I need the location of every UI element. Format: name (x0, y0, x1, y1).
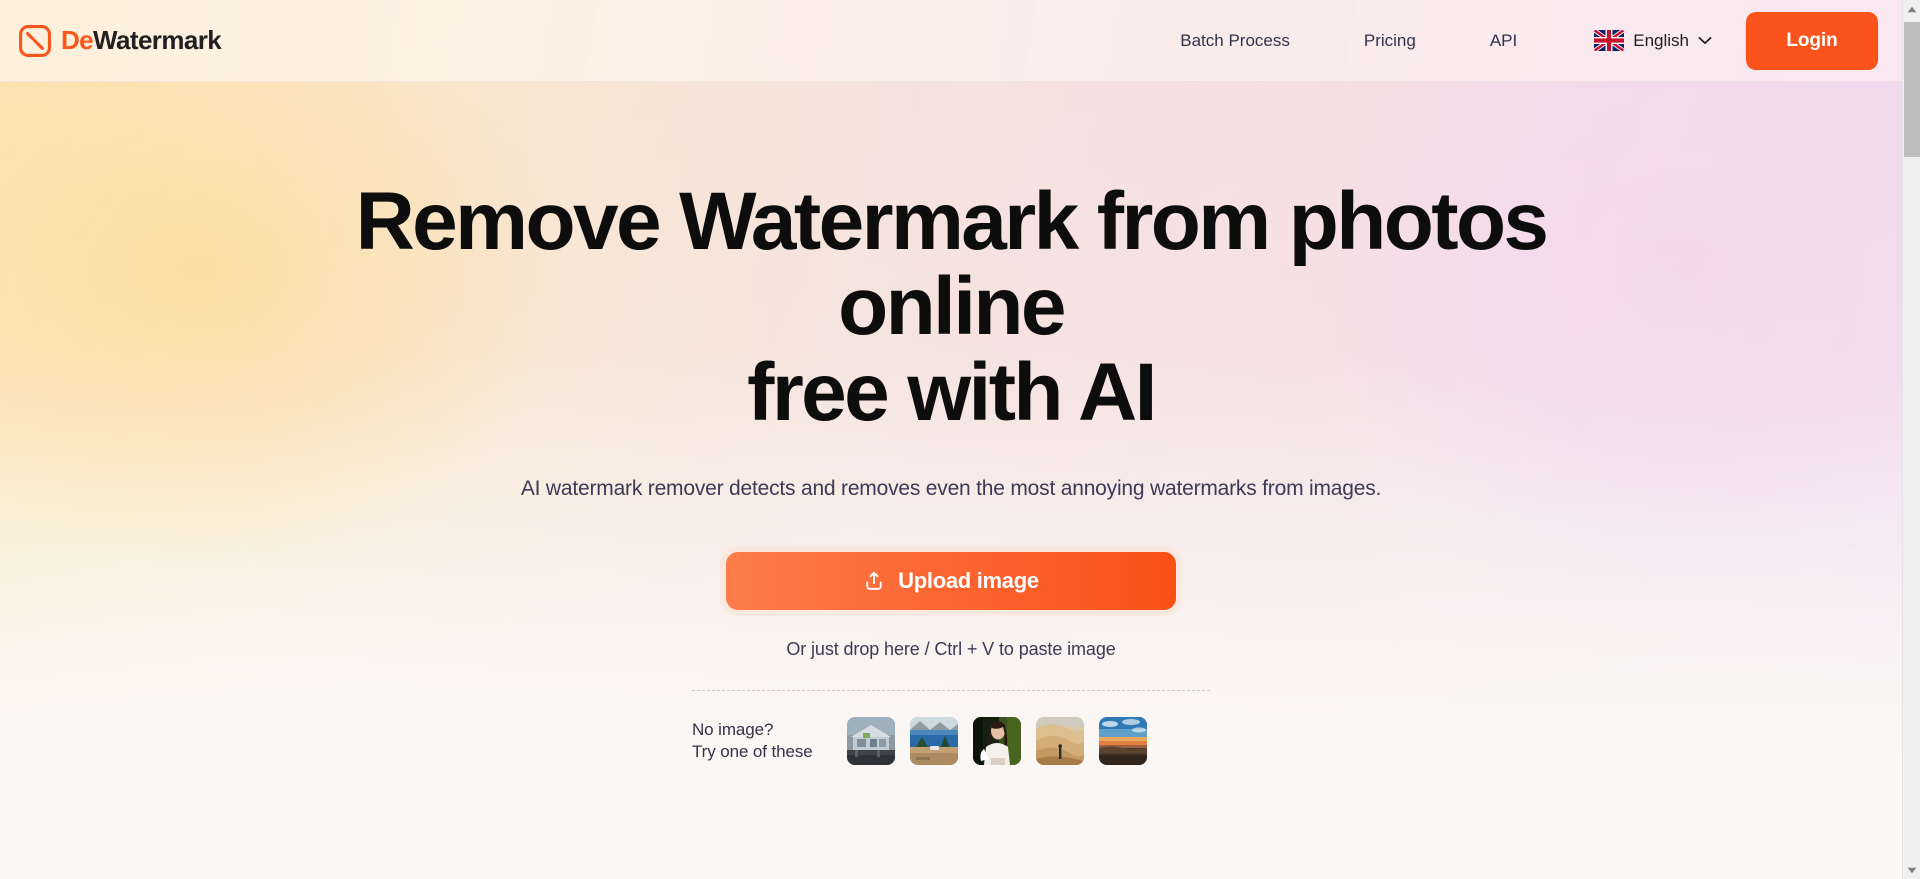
upload-button-label: Upload image (898, 567, 1039, 593)
uk-flag-icon (1594, 30, 1625, 51)
language-selector[interactable]: English (1594, 30, 1712, 51)
nav-link-batch-process[interactable]: Batch Process (1176, 25, 1294, 57)
brand-name-watermark: Watermark (93, 25, 222, 55)
scroll-up-arrow-icon[interactable] (1903, 0, 1920, 18)
login-button[interactable]: Login (1746, 11, 1878, 70)
page-title: Remove Watermark from photos online free… (251, 179, 1651, 435)
brand-logo[interactable]: DeWatermark (18, 24, 222, 58)
sample-thumbnail-woman-portrait[interactable] (973, 716, 1021, 765)
sample-thumbnail-desert-dune[interactable] (1036, 716, 1084, 765)
nav-link-api[interactable]: API (1486, 25, 1521, 57)
page-title-line2: free with AI (747, 346, 1157, 438)
sample-images-section: No image? Try one of these (692, 716, 1210, 765)
page-subtitle: AI watermark remover detects and removes… (520, 476, 1382, 500)
upload-icon (863, 570, 885, 592)
section-divider (692, 689, 1210, 691)
sample-thumbnail-modern-house[interactable] (847, 716, 895, 765)
watermark-logo-icon (18, 24, 52, 58)
main-navigation: Batch Process Pricing API English Login (1176, 11, 1902, 70)
sample-label-line1: No image? (692, 719, 774, 739)
site-header: DeWatermark Batch Process Pricing API En… (0, 0, 1902, 82)
sample-thumbnail-list (847, 716, 1147, 765)
sample-thumbnail-lake-mountain[interactable] (910, 716, 958, 765)
language-label: English (1633, 30, 1689, 50)
upload-button-halo: Upload image (720, 545, 1182, 616)
page-title-line1: Remove Watermark from photos online (355, 176, 1549, 353)
drop-hint-text: Or just drop here / Ctrl + V to paste im… (786, 638, 1116, 659)
sample-thumbnail-sunset-landscape[interactable] (1099, 716, 1147, 765)
brand-name: DeWatermark (61, 25, 222, 56)
sample-label-line2: Try one of these (692, 741, 813, 761)
chevron-down-icon (1698, 36, 1712, 45)
upload-image-button[interactable]: Upload image (726, 551, 1176, 610)
brand-name-de: De (61, 25, 94, 55)
scrollbar-thumb[interactable] (1904, 22, 1920, 157)
scroll-down-arrow-icon[interactable] (1903, 861, 1920, 879)
hero-section: Remove Watermark from photos online free… (0, 82, 1902, 879)
vertical-scrollbar[interactable] (1902, 0, 1920, 879)
nav-link-pricing[interactable]: Pricing (1360, 25, 1420, 57)
sample-images-label: No image? Try one of these (692, 719, 847, 763)
